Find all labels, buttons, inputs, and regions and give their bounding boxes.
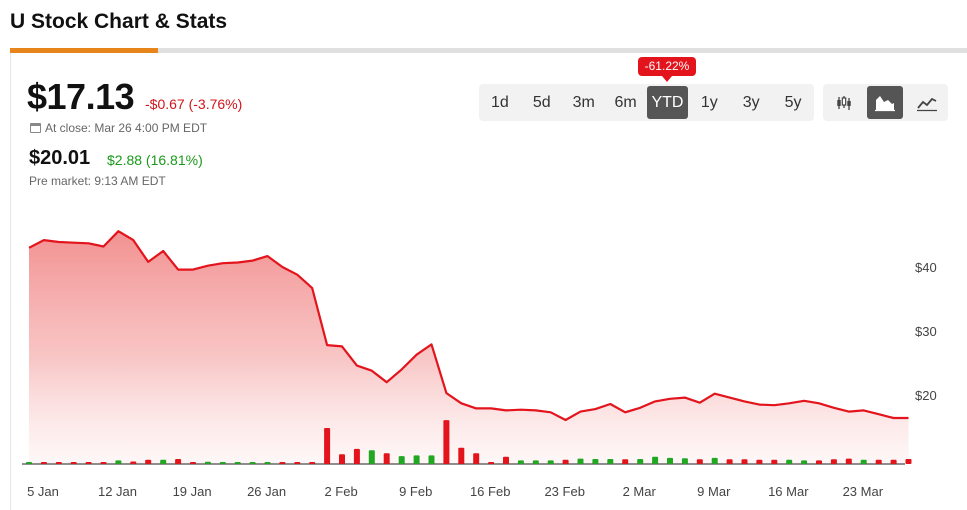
volume-bar [756, 459, 763, 464]
volume-bar [339, 454, 345, 464]
volume-bar [443, 420, 450, 464]
volume-bar [234, 462, 241, 464]
volume-bar [652, 456, 659, 464]
volume-bar [115, 460, 122, 464]
volume-bar [845, 458, 852, 464]
volume-bar [667, 457, 673, 464]
x-tick-label: 23 Mar [843, 484, 884, 499]
volume-bar [219, 462, 226, 464]
volume-bar [160, 459, 167, 464]
volume-bar [294, 462, 301, 464]
price-area-fill [29, 231, 909, 464]
x-tick-label: 16 Feb [470, 484, 510, 499]
volume-bar [503, 456, 509, 464]
price-chart[interactable]: $40 $30 $20 5 Jan 12 Jan 19 Jan 26 Jan 2 Feb 9 … [0, 0, 967, 510]
x-tick-label: 9 Mar [697, 484, 731, 499]
volume-bar [130, 461, 137, 464]
x-tick-label: 2 Feb [324, 484, 357, 499]
y-tick-label: $20 [915, 388, 937, 403]
volume-bar [592, 459, 599, 464]
volume-bar [488, 462, 495, 464]
volume-bar [711, 457, 718, 464]
volume-bar [577, 458, 584, 464]
y-tick-label: $40 [915, 260, 937, 275]
volume-bar [70, 462, 77, 464]
volume-bar [860, 459, 867, 464]
volume-bar [726, 459, 733, 464]
volume-bar [532, 460, 539, 464]
volume-bar [85, 462, 92, 464]
volume-bar [383, 453, 390, 464]
volume-bar [309, 462, 316, 464]
volume-bar [607, 459, 614, 464]
volume-bar [145, 459, 152, 464]
volume-bar [353, 448, 360, 464]
x-tick-label: 2 Mar [623, 484, 657, 499]
volume-bar [830, 459, 837, 464]
volume-bar [264, 462, 271, 464]
volume-bar [637, 459, 644, 464]
volume-bar [696, 459, 703, 464]
volume-bar [249, 462, 256, 464]
x-tick-label: 12 Jan [98, 484, 137, 499]
volume-bar [55, 462, 62, 464]
volume-bar [816, 460, 822, 464]
volume-bar [890, 459, 897, 464]
volume-bar [190, 462, 196, 464]
x-tick-label: 5 Jan [27, 484, 59, 499]
volume-bar [547, 460, 554, 464]
x-tick-label: 16 Mar [768, 484, 809, 499]
volume-bar [801, 460, 808, 464]
volume-bar [771, 459, 778, 464]
volume-bar [175, 459, 182, 464]
volume-bar [905, 459, 912, 464]
volume-bar [204, 461, 211, 464]
volume-bar [26, 462, 32, 464]
volume-bar [473, 453, 480, 464]
volume-bar [368, 450, 375, 464]
x-tick-label: 19 Jan [173, 484, 212, 499]
x-axis: 5 Jan 12 Jan 19 Jan 26 Jan 2 Feb 9 Feb 16 Feb 2… [27, 484, 884, 499]
volume-bar [562, 459, 569, 464]
volume-bar [622, 459, 629, 464]
x-tick-label: 26 Jan [247, 484, 286, 499]
y-tick-label: $30 [915, 324, 937, 339]
volume-bar [413, 455, 420, 464]
volume-bar [398, 456, 405, 464]
volume-bar [786, 459, 793, 464]
volume-bar [681, 458, 688, 464]
volume-bar [458, 447, 465, 464]
x-tick-label: 9 Feb [399, 484, 432, 499]
volume-bar [279, 462, 286, 464]
volume-bar [875, 459, 882, 464]
y-axis: $40 $30 $20 [915, 260, 937, 403]
volume-bar [324, 428, 331, 464]
volume-bar [428, 455, 435, 464]
volume-bar [100, 462, 107, 464]
volume-bar [40, 462, 47, 464]
volume-bar [517, 460, 524, 464]
x-tick-label: 23 Feb [544, 484, 584, 499]
volume-bar [741, 459, 748, 464]
